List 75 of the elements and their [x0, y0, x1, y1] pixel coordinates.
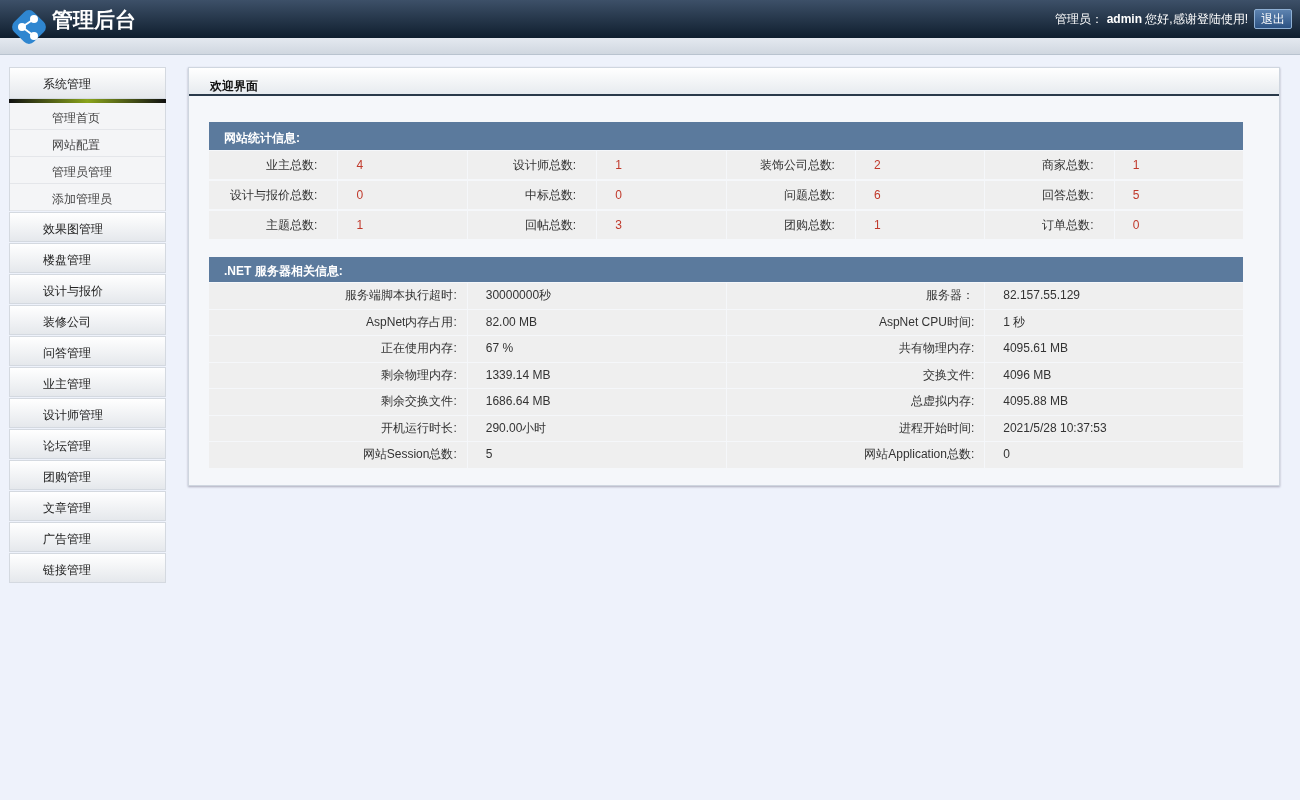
stat-value: 1 秒	[985, 309, 1243, 335]
app-title: 管理后台	[52, 7, 136, 33]
sidebar-group-header[interactable]: 装修公司	[9, 305, 166, 335]
stat-value: 0	[1114, 211, 1243, 239]
stat-label: 正在使用内存:	[209, 336, 467, 362]
sidebar-group-header[interactable]: 设计与报价	[9, 274, 166, 304]
stat-label: 业主总数:	[209, 151, 338, 179]
sidebar-group-header[interactable]: 业主管理	[9, 367, 166, 397]
stat-label: 剩余交换文件:	[209, 389, 467, 415]
sidebar-group-header[interactable]: 效果图管理	[9, 212, 166, 242]
stat-label: AspNet内存占用:	[209, 309, 467, 335]
stat-label: 网站Application总数:	[726, 442, 985, 468]
stat-value: 1	[1114, 151, 1243, 179]
stat-label: 订单总数:	[985, 211, 1114, 239]
stat-label: 商家总数:	[985, 151, 1114, 179]
stat-value: 1	[338, 211, 467, 239]
stat-label: 团购总数:	[726, 211, 855, 239]
stat-value: 3	[597, 211, 726, 239]
stat-value: 82.00 MB	[467, 309, 726, 335]
sidebar-item[interactable]: 管理员管理	[10, 157, 165, 184]
stat-label: 网站Session总数:	[209, 442, 467, 468]
stat-value: 2	[855, 151, 985, 179]
stat-value: 1	[597, 151, 726, 179]
sidebar-group-header[interactable]: 团购管理	[9, 460, 166, 490]
sidebar-item[interactable]: 管理首页	[10, 103, 165, 130]
stat-label: 设计与报价总数:	[209, 181, 338, 209]
stat-label: 中标总数:	[467, 181, 597, 209]
stat-value: 4	[338, 151, 467, 179]
stat-value: 6	[855, 181, 985, 209]
stat-label: 服务器：	[726, 283, 985, 309]
sidebar-item[interactable]: 添加管理员	[10, 184, 165, 211]
stat-label: 开机运行时长:	[209, 415, 467, 441]
stat-value: 1	[855, 211, 985, 239]
stat-value: 4096 MB	[985, 362, 1243, 388]
sidebar-group-header[interactable]: 文章管理	[9, 491, 166, 521]
stat-value: 2021/5/28 10:37:53	[985, 415, 1243, 441]
section-header: 网站统计信息:	[209, 122, 1243, 150]
stat-label: 交换文件:	[726, 362, 985, 388]
sidebar-group-header[interactable]: 链接管理	[9, 553, 166, 583]
greeting-text: 管理员： admin 您好,感谢登陆使用!	[1055, 11, 1248, 28]
stat-value: 290.00小时	[467, 415, 726, 441]
stat-label: 进程开始时间:	[726, 415, 985, 441]
stat-value: 4095.88 MB	[985, 389, 1243, 415]
stat-value: 82.157.55.129	[985, 283, 1243, 309]
stat-value: 30000000秒	[467, 283, 726, 309]
stat-label: 回帖总数:	[467, 211, 597, 239]
stat-value: 1339.14 MB	[467, 362, 726, 388]
stat-label: 装饰公司总数:	[726, 151, 855, 179]
stat-label: 共有物理内存:	[726, 336, 985, 362]
sidebar-group-header[interactable]: 系统管理	[9, 67, 166, 99]
section-header: .NET 服务器相关信息:	[209, 257, 1243, 282]
sidebar-group-header[interactable]: 问答管理	[9, 336, 166, 366]
stat-label: 回答总数:	[985, 181, 1114, 209]
logout-button[interactable]: 退出	[1254, 9, 1292, 29]
stat-label: 剩余物理内存:	[209, 362, 467, 388]
sidebar-group-header[interactable]: 论坛管理	[9, 429, 166, 459]
sidebar-group-header[interactable]: 楼盘管理	[9, 243, 166, 273]
stat-label: 服务端脚本执行超时:	[209, 283, 467, 309]
stat-value: 67 %	[467, 336, 726, 362]
stat-value: 5	[1114, 181, 1243, 209]
panel-title: 欢迎界面	[189, 68, 1279, 96]
stat-value: 0	[985, 442, 1243, 468]
sidebar-item[interactable]: 网站配置	[10, 130, 165, 157]
stat-label: 总虚拟内存:	[726, 389, 985, 415]
stat-label: 设计师总数:	[467, 151, 597, 179]
stat-value: 5	[467, 442, 726, 468]
stat-value: 4095.61 MB	[985, 336, 1243, 362]
stat-value: 1686.64 MB	[467, 389, 726, 415]
stat-value: 0	[597, 181, 726, 209]
sidebar-group-header[interactable]: 广告管理	[9, 522, 166, 552]
stat-label: 问题总数:	[726, 181, 855, 209]
stat-label: AspNet CPU时间:	[726, 309, 985, 335]
sidebar-group-header[interactable]: 设计师管理	[9, 398, 166, 428]
stat-label: 主题总数:	[209, 211, 338, 239]
stat-value: 0	[338, 181, 467, 209]
